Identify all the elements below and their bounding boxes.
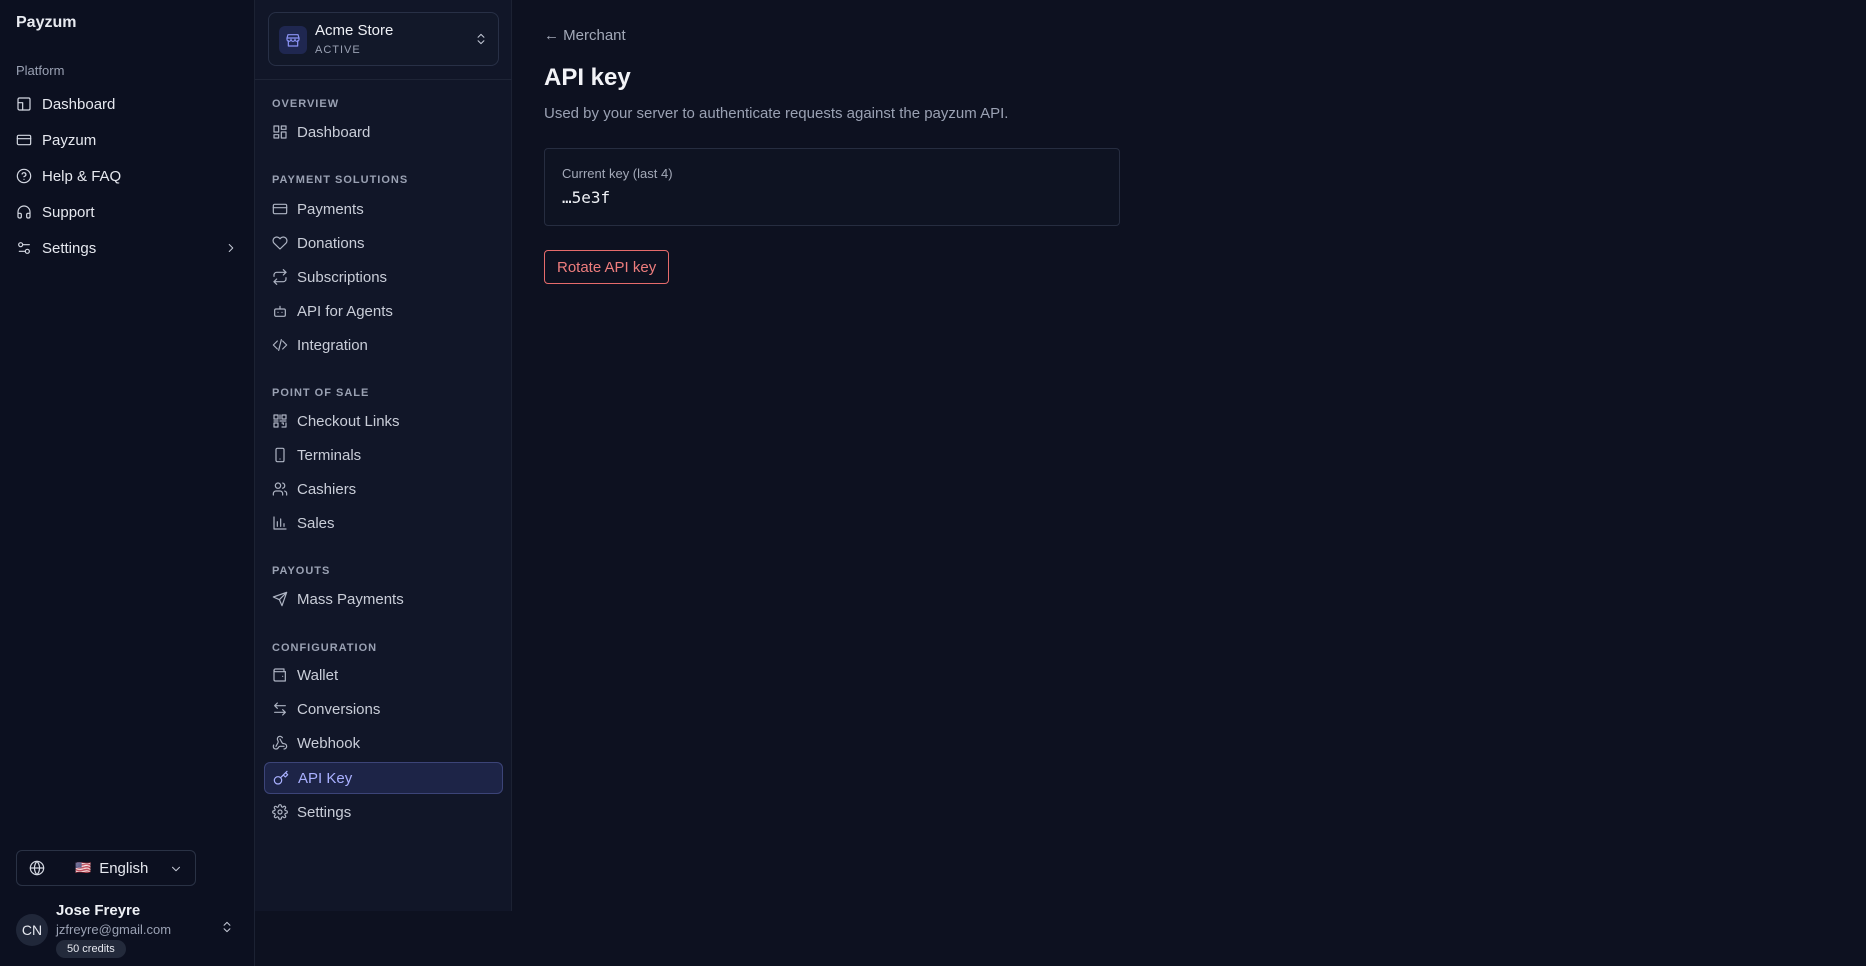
key-icon [273,770,289,786]
qr-code-icon [272,413,288,429]
current-key-label: Current key (last 4) [562,166,673,181]
nav-item-terminals[interactable]: Terminals [264,439,503,471]
page-subtitle: Used by your server to authenticate requ… [544,105,1009,122]
primary-nav-item-support[interactable]: Support [8,194,248,230]
nav-item-settings[interactable]: Settings [264,796,503,828]
nav-item-cashiers[interactable]: Cashiers [264,473,503,505]
footer-area [255,911,1866,966]
primary-nav-label: Support [42,203,95,221]
nav-item-mass-payments[interactable]: Mass Payments [264,583,503,615]
nav-item-label: Payments [297,200,364,218]
nav-item-label: Cashiers [297,480,357,498]
section-label-payment-solutions: PAYMENT SOLUTIONS [272,174,409,186]
nav-item-integration[interactable]: Integration [264,329,503,361]
section-label-overview: OVERVIEW [272,98,340,110]
headset-icon [16,204,32,220]
globe-icon [29,860,45,876]
primary-nav-label: Help & FAQ [42,167,122,185]
heart-icon [272,235,288,251]
help-icon [16,168,32,184]
current-key-card: Current key (last 4) …5e3f [544,148,1120,226]
nav-item-subscriptions[interactable]: Subscriptions [264,261,503,293]
nav-item-label: Conversions [297,700,381,718]
chevrons-up-down-icon [220,920,234,934]
us-flag-icon: 🇺🇸 [75,860,92,875]
platform-section-label: Platform [16,63,65,78]
nav-item-payments[interactable]: Payments [264,193,503,225]
bot-icon [272,303,288,319]
page-title: API key [544,64,631,91]
primary-nav-label: Payzum [42,131,97,149]
nav-item-label: Sales [297,514,335,532]
nav-item-label: Wallet [297,666,339,684]
store-name: Acme Store [315,22,394,39]
sliders-icon [16,240,32,256]
nav-item-label: Mass Payments [297,590,404,608]
bar-chart-icon [272,515,288,531]
dashboard-icon [16,96,32,112]
primary-nav-item-payzum[interactable]: Payzum [8,122,248,158]
primary-nav-item-settings[interactable]: Settings [8,230,248,266]
store-switcher[interactable]: Acme Store ACTIVE [268,12,499,66]
primary-nav-item-help[interactable]: Help & FAQ [8,158,248,194]
wallet-icon [272,667,288,683]
nav-item-label: Integration [297,336,368,354]
nav-item-donations[interactable]: Donations [264,227,503,259]
nav-item-label: API Key [298,769,353,787]
nav-item-label: Donations [297,234,365,252]
chevrons-up-down-icon [474,32,488,46]
nav-item-label: Webhook [297,734,361,752]
section-label-configuration: CONFIGURATION [272,642,378,654]
nav-item-label: Dashboard [297,123,371,141]
nav-item-label: Settings [297,803,352,821]
back-to-merchant-link[interactable]: ← Merchant [544,27,626,44]
nav-item-label: Terminals [297,446,362,464]
nav-item-dashboard[interactable]: Dashboard [264,116,503,148]
credits-badge: 50 credits [56,940,126,958]
nav-item-webhook[interactable]: Webhook [264,727,503,759]
gear-icon [272,804,288,820]
users-icon [272,481,288,497]
store-icon [279,26,307,54]
primary-nav-label: Settings [42,239,97,257]
brand-logo[interactable]: Payzum [16,14,76,32]
user-email: jzfreyre@gmail.com [56,922,172,937]
merchant-sidebar: Acme Store ACTIVE OVERVIEW Dashboard PAY… [255,0,512,911]
language-label: English [99,859,149,877]
nav-item-wallet[interactable]: Wallet [264,659,503,691]
section-label-point-of-sale: POINT OF SALE [272,387,370,399]
nav-item-api-key[interactable]: API Key [264,762,503,794]
primary-nav-item-dashboard[interactable]: Dashboard [8,86,248,122]
nav-item-conversions[interactable]: Conversions [264,693,503,725]
repeat-icon [272,269,288,285]
code-icon [272,337,288,353]
user-name: Jose Freyre [56,902,141,919]
nav-item-label: Checkout Links [297,412,400,430]
nav-item-label: Subscriptions [297,268,388,286]
section-label-payouts: PAYOUTS [272,565,331,577]
language-selector[interactable]: 🇺🇸 English [16,850,196,886]
primary-nav: Dashboard Payzum Help & FAQ Support Sett… [8,86,248,266]
tablet-icon [272,447,288,463]
avatar: CN [16,914,48,946]
arrow-left-right-icon [272,701,288,717]
store-status: ACTIVE [315,44,361,56]
send-icon [272,591,288,607]
webhook-icon [272,735,288,751]
current-key-value: …5e3f [562,188,611,207]
nav-item-label: API for Agents [297,302,393,320]
chevron-right-icon [224,241,238,255]
nav-item-api-for-agents[interactable]: API for Agents [264,295,503,327]
primary-nav-label: Dashboard [42,95,116,113]
card-icon [16,132,32,148]
primary-sidebar: Payzum Platform Dashboard Payzum Help & … [0,0,255,966]
layout-grid-icon [272,124,288,140]
nav-item-sales[interactable]: Sales [264,507,503,539]
rotate-api-key-button[interactable]: Rotate API key [544,250,670,284]
card-icon [272,201,288,217]
chevron-down-icon [169,862,183,876]
nav-item-checkout-links[interactable]: Checkout Links [264,405,503,437]
user-menu[interactable]: CN Jose Freyre jzfreyre@gmail.com 50 cre… [16,900,244,958]
divider [255,79,512,80]
